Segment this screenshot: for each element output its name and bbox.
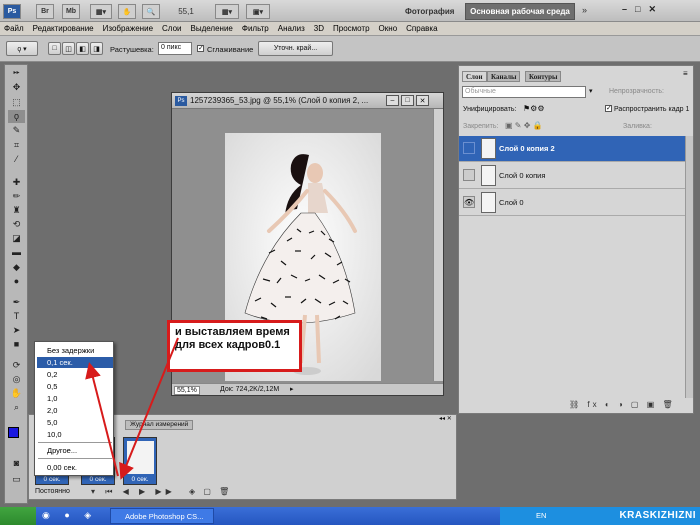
annotation-arrows [85,337,179,480]
system-tray: EN KRASKIZHIZNI [500,507,700,525]
taskbar-photoshop[interactable]: Adobe Photoshop CS... [110,508,214,524]
watermark-brand: KRASKIZHIZNI [619,510,696,521]
arrow-to-option [85,362,119,477]
quick-launch-icons[interactable]: ◉ ● ◈ [42,510,97,521]
start-button[interactable] [0,507,36,525]
language-indicator[interactable]: EN [536,511,546,520]
windows-taskbar: ◉ ● ◈ Adobe Photoshop CS... EN KRASKIZHI… [0,507,700,525]
arrow-to-frame-delay [119,337,179,480]
